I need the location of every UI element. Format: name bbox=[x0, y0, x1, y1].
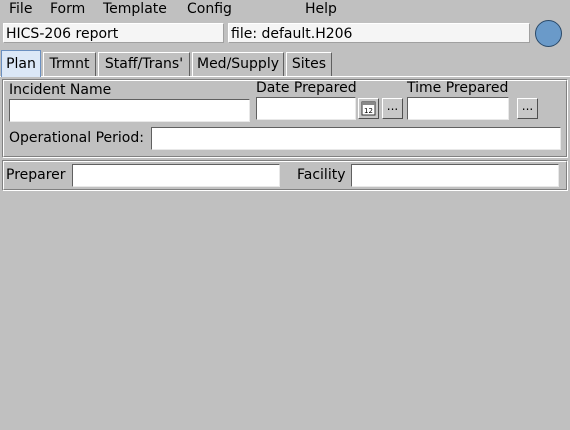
time-more-button[interactable]: ... bbox=[517, 98, 538, 119]
tab-staff-trans[interactable]: Staff/Trans' bbox=[98, 52, 190, 76]
date-more-button[interactable]: ... bbox=[382, 98, 403, 119]
time-prepared-label: Time Prepared bbox=[407, 80, 509, 96]
facility-input[interactable] bbox=[351, 164, 559, 187]
tab-strip-divider bbox=[0, 76, 570, 77]
incident-name-input[interactable] bbox=[9, 99, 250, 122]
menu-help[interactable]: Help bbox=[305, 1, 337, 18]
facility-label: Facility bbox=[297, 167, 346, 183]
tab-trmnt[interactable]: Trmnt bbox=[43, 52, 96, 76]
svg-text:12: 12 bbox=[364, 107, 373, 115]
menu-template[interactable]: Template bbox=[103, 1, 167, 18]
file-name-display: file: default.H206 bbox=[228, 23, 530, 43]
date-prepared-label: Date Prepared bbox=[256, 80, 357, 96]
calendar-button[interactable]: 12 bbox=[358, 98, 379, 119]
status-indicator-icon bbox=[535, 20, 562, 47]
tab-plan[interactable]: Plan bbox=[1, 50, 41, 77]
preparer-input[interactable] bbox=[72, 164, 280, 187]
tab-med-supply[interactable]: Med/Supply bbox=[192, 52, 284, 76]
menu-config[interactable]: Config bbox=[187, 1, 232, 18]
tab-sites[interactable]: Sites bbox=[286, 52, 332, 76]
time-prepared-input[interactable] bbox=[407, 97, 509, 120]
menu-file[interactable]: File bbox=[9, 1, 32, 18]
calendar-icon: 12 bbox=[361, 101, 376, 116]
preparer-label: Preparer bbox=[6, 167, 66, 183]
incident-name-label: Incident Name bbox=[9, 82, 112, 98]
date-prepared-input[interactable] bbox=[256, 97, 356, 120]
menu-form[interactable]: Form bbox=[50, 1, 85, 18]
report-title-field[interactable]: HICS-206 report bbox=[3, 23, 224, 43]
menu-bar: File Form Template Config Help bbox=[0, 0, 570, 19]
operational-period-label: Operational Period: bbox=[9, 130, 144, 146]
operational-period-input[interactable] bbox=[151, 127, 561, 150]
